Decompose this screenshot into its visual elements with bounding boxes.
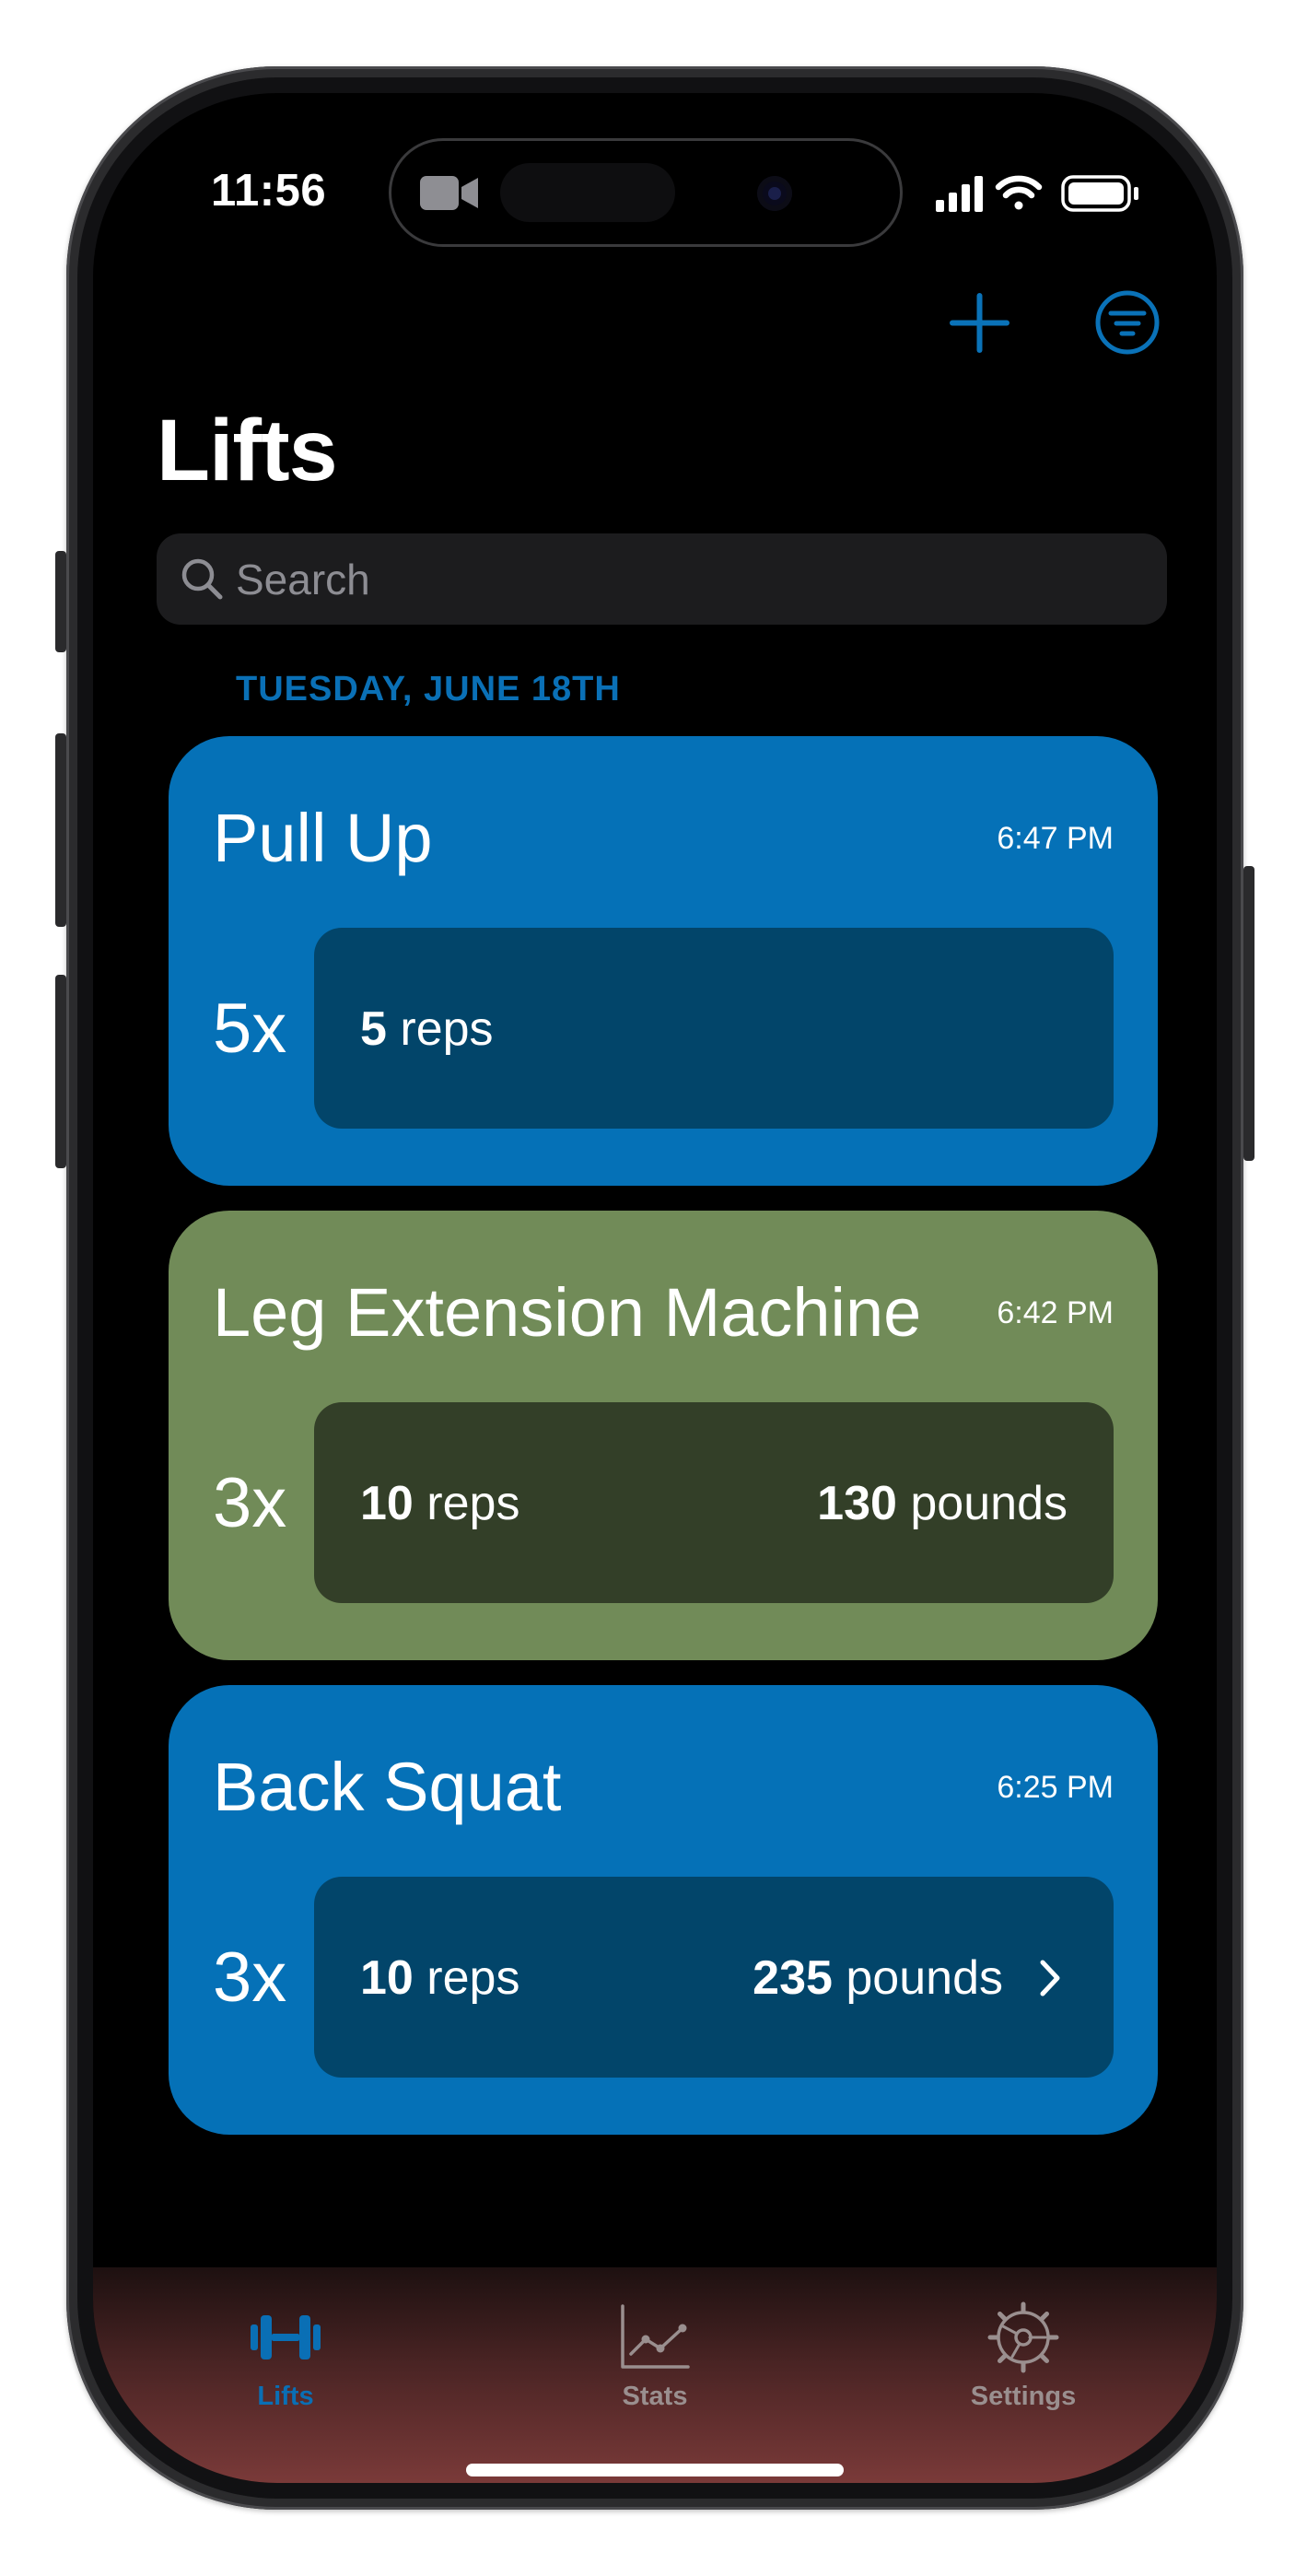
weight-unit: pounds: [910, 1477, 1068, 1530]
battery-icon: [1061, 175, 1138, 212]
tab-label: Lifts: [257, 2382, 314, 2411]
status-icons: [936, 175, 1138, 212]
reps-label: 10 reps: [360, 1950, 519, 2006]
set-row[interactable]: 10 reps 130 pounds: [314, 1402, 1114, 1603]
reps-unit: reps: [426, 1477, 520, 1530]
chevron-right-icon: [1040, 1960, 1060, 1996]
tab-stats[interactable]: Stats: [471, 2267, 839, 2433]
front-camera: [757, 176, 792, 211]
tab-label: Settings: [970, 2382, 1077, 2411]
line-chart-icon: [621, 2304, 690, 2369]
reps-value: 5: [360, 1002, 387, 1056]
add-button[interactable]: [945, 288, 1014, 357]
cellular-signal-icon: [936, 176, 983, 212]
lift-card-back-squat[interactable]: Back Squat 6:25 PM 3x 10 reps 235 pounds: [169, 1685, 1158, 2135]
gear-icon: [987, 2301, 1059, 2373]
dynamic-island: [389, 138, 903, 247]
weight-label: 130 pounds: [817, 1476, 1068, 1531]
dumbbell-icon: [251, 2315, 321, 2359]
reps-label: 5 reps: [360, 1001, 494, 1057]
power-button: [1243, 866, 1254, 1161]
volume-up-button: [55, 733, 66, 927]
tab-label: Stats: [622, 2382, 688, 2411]
lift-sets: 3x: [213, 1464, 287, 1542]
tab-settings[interactable]: Settings: [839, 2267, 1208, 2433]
weight-label: 235 pounds: [753, 1950, 1003, 2006]
tab-lifts[interactable]: Lifts: [101, 2267, 470, 2433]
lift-card-pull-up[interactable]: Pull Up 6:47 PM 5x 5 reps: [169, 736, 1158, 1186]
page-title: Lifts: [157, 402, 338, 499]
set-row[interactable]: 5 reps: [314, 928, 1114, 1129]
filter-button[interactable]: [1094, 289, 1161, 356]
lift-card-leg-extension-machine[interactable]: Leg Extension Machine 6:42 PM 3x 10 reps…: [169, 1211, 1158, 1660]
lift-time: 6:42 PM: [997, 1295, 1114, 1330]
tab-bar: Lifts Stats Settings: [93, 2267, 1217, 2483]
reps-value: 10: [360, 1477, 414, 1530]
weight-unit: pounds: [846, 1951, 1003, 2005]
video-camera-icon: [420, 176, 478, 210]
lift-name: Back Squat: [213, 1749, 562, 1825]
lift-time: 6:47 PM: [997, 821, 1114, 856]
search-bar[interactable]: [157, 533, 1167, 625]
lift-sets: 3x: [213, 1938, 287, 2017]
action-button: [55, 551, 66, 652]
lift-name: Leg Extension Machine: [213, 1274, 922, 1351]
filter-circle-icon: [1095, 290, 1160, 355]
section-header-date: TUESDAY, JUNE 18TH: [236, 670, 621, 708]
reps-unit: reps: [426, 1951, 520, 2005]
plus-icon: [950, 293, 1009, 353]
island-activity: [500, 163, 675, 222]
reps-label: 10 reps: [360, 1476, 519, 1531]
status-time: 11:56: [211, 166, 327, 216]
search-input[interactable]: [236, 533, 1138, 625]
home-indicator: [466, 2464, 844, 2476]
volume-down-button: [55, 975, 66, 1168]
search-icon: [181, 558, 223, 600]
lift-time: 6:25 PM: [997, 1770, 1114, 1805]
screen: 11:56 Lifts Search TUESDAY, JUNE 18TH Pu…: [93, 93, 1217, 2483]
wifi-icon: [995, 175, 1043, 210]
set-row[interactable]: 10 reps 235 pounds: [314, 1877, 1114, 2078]
lift-name: Pull Up: [213, 800, 433, 876]
weight-value: 130: [817, 1477, 897, 1530]
weight-value: 235: [753, 1951, 833, 2005]
reps-value: 10: [360, 1951, 414, 2005]
lift-sets: 5x: [213, 989, 287, 1068]
reps-unit: reps: [400, 1002, 494, 1056]
